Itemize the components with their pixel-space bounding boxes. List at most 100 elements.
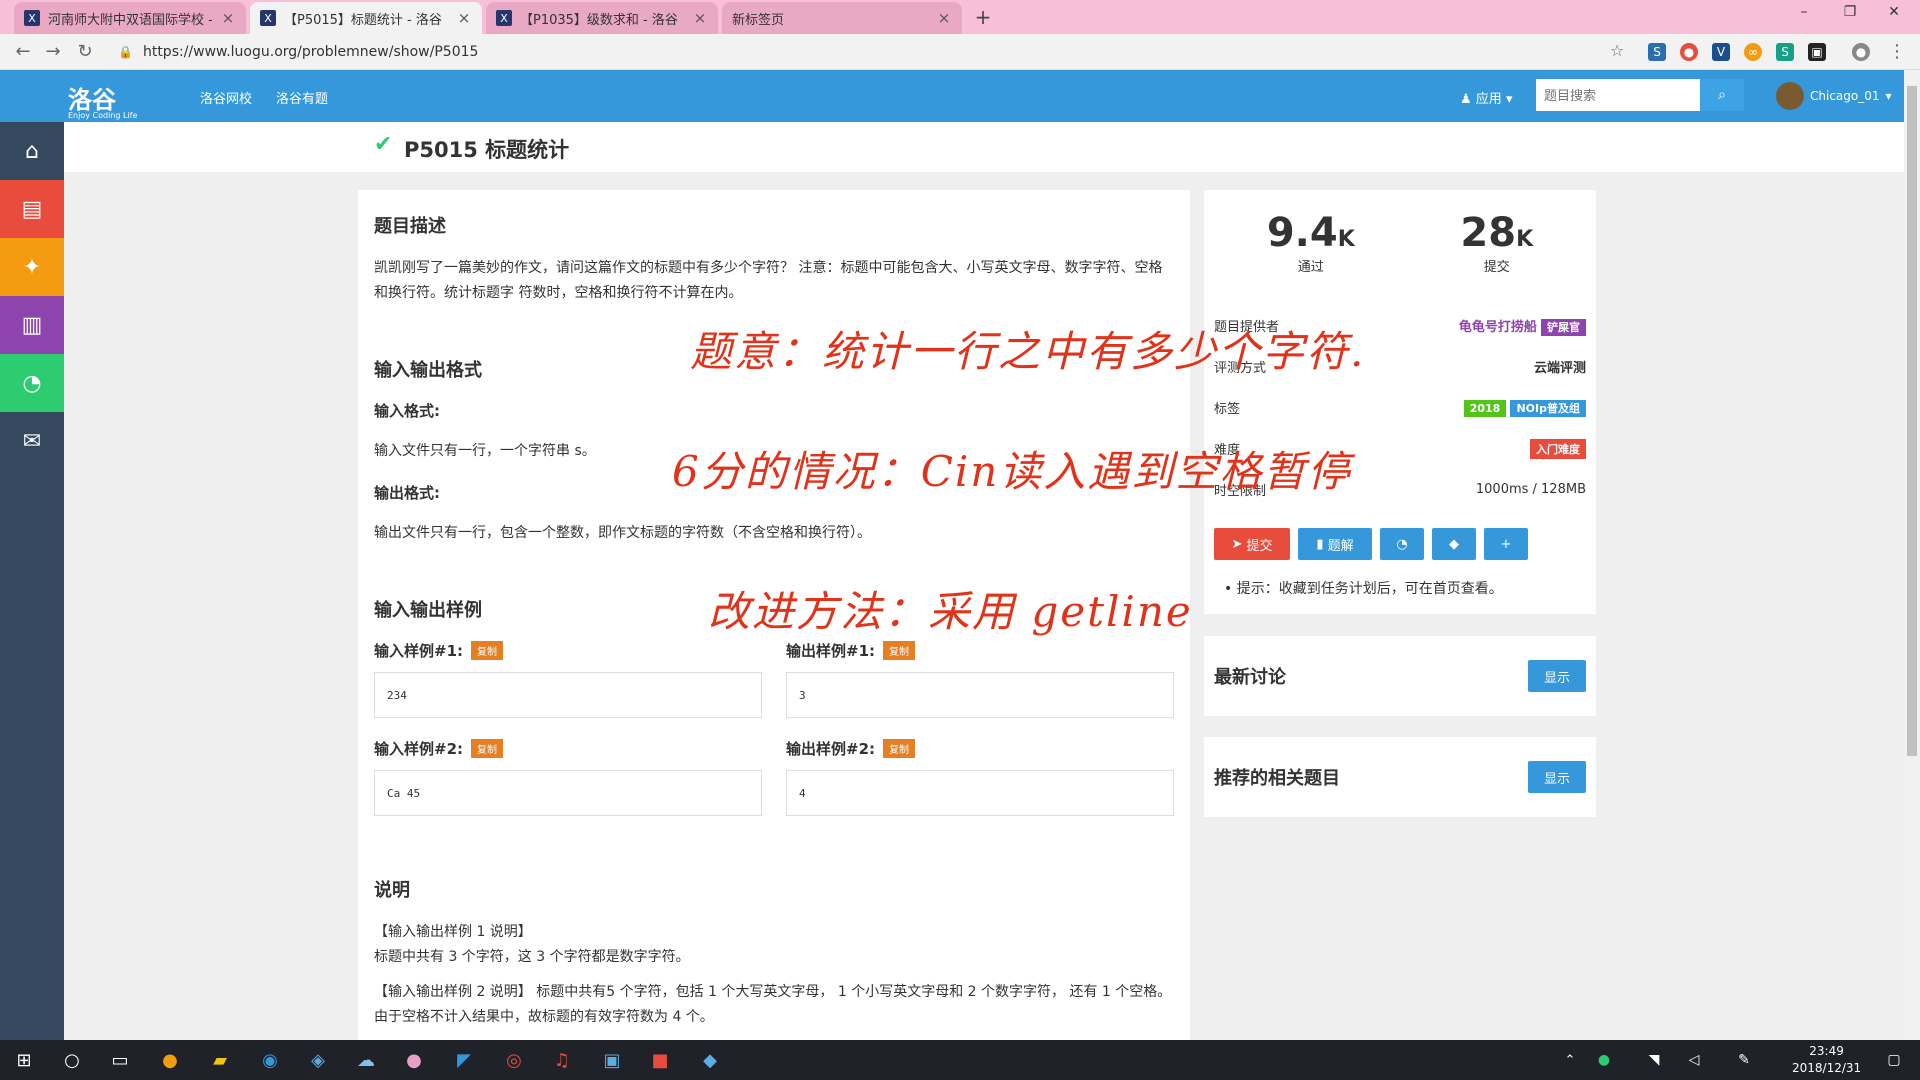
vscode-icon[interactable]: ◤: [450, 1046, 478, 1074]
judge-value: 云端评测: [1533, 361, 1586, 376]
tab-title: 【P1035】级数求和 - 洛谷: [520, 12, 678, 28]
copy-button[interactable]: 复制: [883, 640, 916, 660]
provider-badge: 铲屎官: [1541, 319, 1586, 336]
notification-icon[interactable]: ▢: [1880, 1046, 1908, 1074]
submitted-unit: K: [1516, 227, 1534, 252]
extension-icon[interactable]: V: [1712, 43, 1730, 61]
show-related-button[interactable]: 显示: [1528, 761, 1586, 793]
new-tab-button[interactable]: +: [970, 6, 996, 30]
input-format-label: 输入格式:: [374, 402, 440, 420]
bookmark-star-icon[interactable]: ☆: [1606, 41, 1628, 60]
contest-pie-icon[interactable]: ◔: [0, 354, 64, 412]
copy-button[interactable]: 复制: [471, 640, 504, 660]
extension-icon[interactable]: S: [1776, 43, 1794, 61]
windows-start-icon[interactable]: ⊞: [10, 1046, 38, 1074]
close-window-icon[interactable]: ✕: [1876, 4, 1912, 20]
restore-icon[interactable]: ❐: [1832, 4, 1868, 20]
left-sidebar: ⌂ ▤ ✦ ▥ ◔ ✉: [0, 122, 64, 1040]
close-tab-icon[interactable]: ×: [220, 9, 236, 27]
browser-tab-3[interactable]: X 【P1035】级数求和 - 洛谷 ×: [486, 2, 718, 34]
book-icon: ▮: [1316, 536, 1324, 552]
app-icon[interactable]: ◉: [256, 1046, 284, 1074]
sample-input-label: 输入样例#1:: [374, 641, 464, 660]
browser-tab-2[interactable]: X 【P5015】标题统计 - 洛谷 ×: [250, 2, 482, 34]
copy-button[interactable]: 复制: [883, 738, 916, 758]
apps-icon: ♟: [1460, 92, 1472, 107]
minimize-icon[interactable]: –: [1786, 4, 1822, 20]
output-format-text: 输出文件只有一行，包含一个整数，即作文标题的字符数（不含空格和换行符）。: [374, 525, 871, 541]
network-icon[interactable]: ◥: [1640, 1046, 1668, 1074]
app-icon[interactable]: ■: [646, 1046, 674, 1074]
devcpp-icon[interactable]: ▣: [598, 1046, 626, 1074]
search-icon: ⌕: [1718, 87, 1726, 103]
close-tab-icon[interactable]: ×: [936, 9, 952, 27]
discussion-icon[interactable]: ✉: [0, 412, 64, 470]
close-tab-icon[interactable]: ×: [692, 9, 708, 27]
pen-icon[interactable]: ✎: [1730, 1046, 1758, 1074]
solution-button[interactable]: ▮ 题解: [1298, 528, 1372, 560]
page-scrollbar[interactable]: [1904, 70, 1920, 1040]
copy-button[interactable]: 复制: [471, 738, 504, 758]
search-circle-icon[interactable]: ○: [58, 1046, 86, 1074]
close-tab-icon[interactable]: ×: [456, 9, 472, 27]
tag-noip[interactable]: NOIp普及组: [1510, 399, 1586, 417]
app-icon[interactable]: ◆: [696, 1046, 724, 1074]
task-view-icon[interactable]: ▭: [106, 1046, 134, 1074]
note-1-text: 标题中共有 3 个字符，这 3 个字符都是数字字符。: [374, 949, 690, 965]
extension-icon[interactable]: ▣: [1808, 43, 1826, 61]
luogu-logo[interactable]: 洛谷 Enjoy Coding Life: [68, 80, 137, 120]
tag-year[interactable]: 2018: [1463, 399, 1507, 417]
extension-icon[interactable]: ∞: [1744, 43, 1762, 61]
folder-icon[interactable]: ▰: [206, 1046, 234, 1074]
scrollbar-thumb[interactable]: [1907, 86, 1917, 756]
nav-link-school[interactable]: 洛谷网校: [200, 88, 252, 107]
nav-link-problems[interactable]: 洛谷有题: [276, 88, 328, 107]
clock-time: 23:49: [1809, 1044, 1844, 1058]
extension-icon[interactable]: ●: [1680, 43, 1698, 61]
lightbulb-icon[interactable]: ✦: [0, 238, 64, 296]
user-menu[interactable]: Chicago_01 ▾: [1776, 82, 1892, 110]
problems-icon[interactable]: ▤: [0, 180, 64, 238]
ranking-chart-icon[interactable]: ▥: [0, 296, 64, 354]
reload-icon[interactable]: ↻: [74, 41, 96, 62]
cloud-icon[interactable]: ☁: [352, 1046, 380, 1074]
luogu-favicon-icon: X: [24, 10, 40, 26]
browser-tab-1[interactable]: X 河南师大附中双语国际学校 - 团队 ×: [14, 2, 246, 34]
tray-up-arrow-icon[interactable]: ⌃: [1556, 1046, 1584, 1074]
passed-unit: K: [1337, 227, 1355, 252]
show-discussion-button[interactable]: 显示: [1528, 660, 1586, 692]
app-icon[interactable]: ◈: [304, 1046, 332, 1074]
provider-link[interactable]: 龟龟号打捞船: [1459, 320, 1537, 335]
search-button[interactable]: ⌕: [1700, 79, 1744, 111]
apps-menu[interactable]: ♟ 应用 ▾: [1460, 88, 1512, 107]
music-icon[interactable]: ♫: [548, 1046, 576, 1074]
statistics-button[interactable]: ◔: [1380, 528, 1424, 560]
forward-icon[interactable]: →: [42, 41, 64, 62]
extension-icon[interactable]: S: [1648, 43, 1666, 61]
add-to-plan-button[interactable]: +: [1484, 528, 1528, 560]
sample-output-box: 3: [786, 672, 1174, 718]
profile-icon[interactable]: ●: [1852, 43, 1870, 61]
sample-input-box: Ca 45: [374, 770, 762, 816]
limit-value: 1000ms / 128MB: [1475, 482, 1586, 497]
pie-chart-icon: ◔: [1396, 536, 1408, 552]
submit-button[interactable]: ➤ 提交: [1214, 528, 1290, 560]
home-icon[interactable]: ⌂: [0, 122, 64, 180]
related-problems-card: 推荐的相关题目 显示: [1204, 737, 1596, 817]
menu-icon[interactable]: ⋮: [1886, 41, 1908, 62]
search-input[interactable]: [1536, 79, 1700, 111]
latest-discussion-card: 最新讨论 显示: [1204, 636, 1596, 716]
app-icon[interactable]: ●: [400, 1046, 428, 1074]
tag-button[interactable]: ◆: [1432, 528, 1476, 560]
app-icon[interactable]: ●: [156, 1046, 184, 1074]
taskbar-clock[interactable]: 23:49 2018/12/31: [1792, 1043, 1861, 1077]
plus-icon: +: [1500, 536, 1512, 552]
chrome-icon[interactable]: ◎: [500, 1046, 528, 1074]
url-field[interactable]: 🔒 https://www.luogu.org/problemnew/show/…: [118, 40, 1618, 64]
sample-output-label: 输出样例#1:: [786, 641, 876, 660]
browser-tab-4[interactable]: 新标签页 ×: [722, 2, 962, 34]
volume-icon[interactable]: ◁: [1680, 1046, 1708, 1074]
wechat-icon[interactable]: ●: [1590, 1046, 1618, 1074]
back-icon[interactable]: ←: [12, 41, 34, 62]
caret-down-icon: ▾: [1505, 92, 1513, 107]
